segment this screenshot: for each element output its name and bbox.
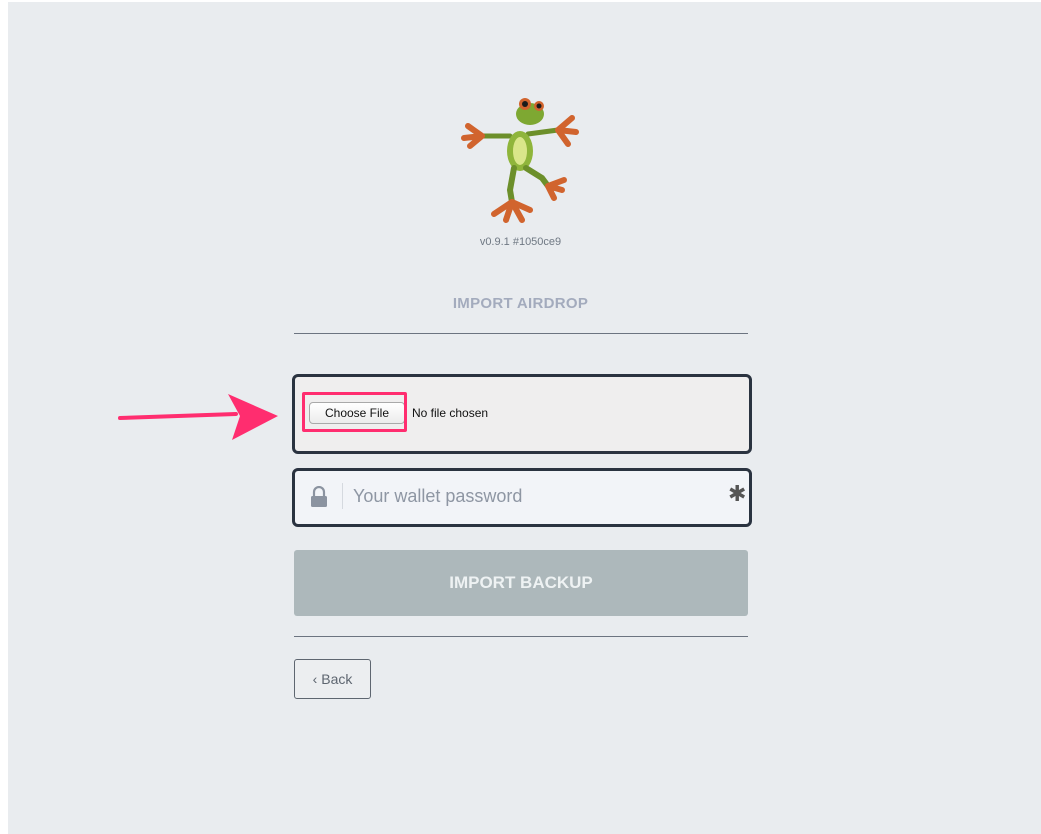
choose-file-highlight [302,392,407,432]
password-input[interactable] [353,480,713,512]
page-title: IMPORT AIRDROP [452,295,589,312]
import-backup-button[interactable]: IMPORT BACKUP [294,550,748,616]
frog-logo-icon [461,98,579,223]
pointer-arrow-icon [118,394,278,440]
back-button-label: Back [321,671,353,687]
required-asterisk-icon: ✱ [728,482,747,507]
divider-bottom [294,636,748,637]
password-separator [342,483,343,509]
chevron-left-icon: ‹ [312,671,318,687]
file-status: No file chosen [412,406,489,420]
version-label: v0.9.1 #1050ce9 [479,236,562,248]
lock-icon [311,486,327,507]
divider-top [294,333,748,334]
back-button[interactable]: ‹ Back [294,659,371,699]
